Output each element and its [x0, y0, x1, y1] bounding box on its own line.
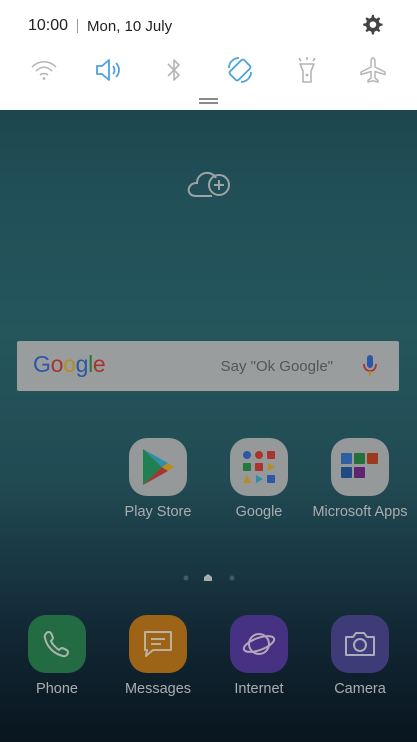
- page-indicator: [183, 574, 235, 581]
- play-store-icon: [129, 438, 187, 496]
- google-logo: Google: [33, 351, 106, 377]
- dock-phone[interactable]: Phone: [7, 615, 107, 697]
- toggle-auto-rotate[interactable]: [222, 52, 258, 88]
- dock-label: Internet: [234, 681, 284, 697]
- toggle-sound[interactable]: [91, 52, 127, 88]
- google-folder-icon: [230, 438, 288, 496]
- dock-camera[interactable]: Camera: [310, 615, 410, 697]
- camera-icon: [331, 615, 389, 673]
- dock-label: Phone: [36, 681, 78, 697]
- divider: [77, 19, 79, 33]
- internet-icon: [230, 615, 288, 673]
- search-placeholder: Say "Ok Google": [220, 358, 333, 375]
- app-label: Microsoft Apps: [312, 504, 408, 520]
- google-search-bar[interactable]: Google Say "Ok Google": [17, 341, 399, 391]
- airplane-icon: [360, 57, 386, 83]
- dock-messages[interactable]: Messages: [108, 615, 208, 697]
- phone-icon: [28, 615, 86, 673]
- clock: 10:00: [28, 17, 69, 34]
- quick-toggles: [0, 52, 417, 88]
- toggle-bluetooth[interactable]: [156, 52, 192, 88]
- app-play-store[interactable]: Play Store: [108, 438, 208, 520]
- app-google-folder[interactable]: Google: [209, 438, 309, 520]
- wifi-icon: [31, 60, 57, 80]
- date: Mon, 10 July: [87, 17, 173, 35]
- toggle-wifi[interactable]: [26, 52, 62, 88]
- app-label: Play Store: [124, 504, 192, 520]
- microsoft-folder-icon: [331, 438, 389, 496]
- app-label: Google: [235, 504, 283, 520]
- dock-label: Messages: [124, 681, 192, 697]
- dock-internet[interactable]: Internet: [209, 615, 309, 697]
- sound-icon: [96, 59, 120, 81]
- gear-icon[interactable]: [361, 14, 383, 36]
- dock-label: Camera: [334, 681, 386, 697]
- toggle-flashlight[interactable]: [289, 52, 325, 88]
- quick-panel: 10:00 Mon, 10 July: [0, 0, 417, 110]
- status-row: 10:00 Mon, 10 July: [28, 14, 172, 38]
- cloud-add-icon[interactable]: [186, 168, 232, 200]
- home-screen: Google Say "Ok Google" Play Store Google…: [0, 0, 417, 742]
- rotate-icon: [228, 57, 252, 83]
- messages-icon: [129, 615, 187, 673]
- panel-drag-handle[interactable]: [199, 98, 218, 104]
- flashlight-icon: [298, 57, 316, 83]
- toggle-airplane[interactable]: [355, 52, 391, 88]
- mic-icon[interactable]: [363, 355, 377, 377]
- bluetooth-icon: [167, 59, 180, 81]
- app-microsoft-folder[interactable]: Microsoft Apps: [310, 438, 410, 520]
